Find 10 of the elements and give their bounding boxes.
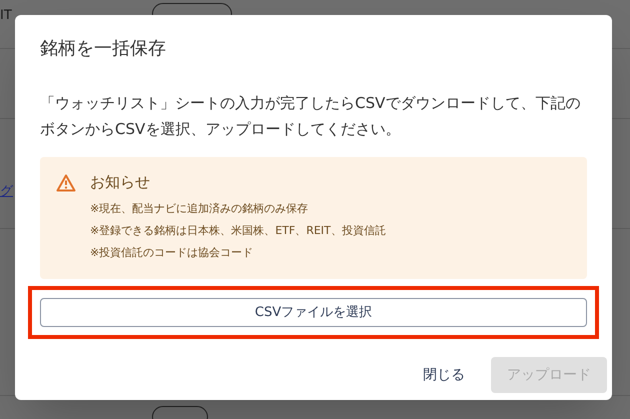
- stock-name: IT: [0, 7, 12, 25]
- notice-item: ※現在、配当ナビに追加済みの銘柄のみ保存: [90, 200, 310, 216]
- description: 「ウォッチリスト」シートの入力が完了したらCSVでダウンロードして、下記のボタンからCSVを選択、アップロードしてください。: [40, 93, 582, 140]
- dialog-title: 銘柄を一括保存: [39, 37, 167, 61]
- warning-icon: [56, 174, 76, 192]
- notice-title: お知らせ: [90, 172, 151, 193]
- close-button[interactable]: 閉じる: [415, 357, 473, 393]
- csv-select-button[interactable]: CSVファイルを選択: [40, 298, 587, 327]
- notice-item: ※登録できる銘柄は日本株、米国株、ETF、REIT、投資信託: [90, 222, 386, 238]
- notice-item: ※投資信託のコードは協会コード: [90, 244, 254, 260]
